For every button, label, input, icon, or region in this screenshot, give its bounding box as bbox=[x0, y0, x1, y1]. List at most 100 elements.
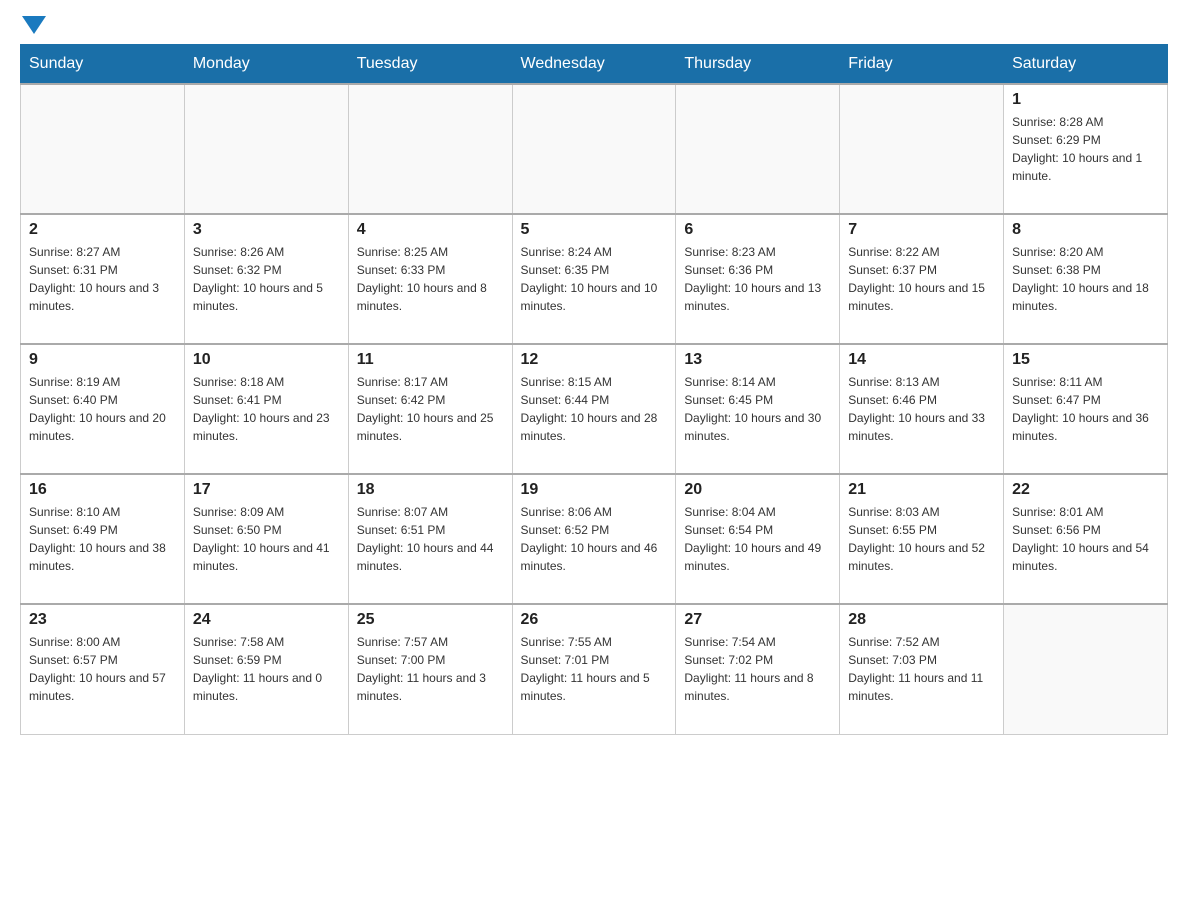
day-number: 1 bbox=[1012, 91, 1159, 109]
day-number: 25 bbox=[357, 611, 504, 629]
calendar-cell: 9 Sunrise: 8:19 AMSunset: 6:40 PMDayligh… bbox=[21, 344, 185, 474]
calendar-cell bbox=[840, 84, 1004, 214]
calendar-cell: 12 Sunrise: 8:15 AMSunset: 6:44 PMDaylig… bbox=[512, 344, 676, 474]
calendar-cell bbox=[512, 84, 676, 214]
day-info: Sunrise: 8:17 AMSunset: 6:42 PMDaylight:… bbox=[357, 373, 504, 445]
day-info: Sunrise: 7:55 AMSunset: 7:01 PMDaylight:… bbox=[521, 633, 668, 705]
day-number: 8 bbox=[1012, 221, 1159, 239]
calendar-cell: 21 Sunrise: 8:03 AMSunset: 6:55 PMDaylig… bbox=[840, 474, 1004, 604]
day-number: 27 bbox=[684, 611, 831, 629]
page-header bbox=[20, 20, 1168, 34]
day-number: 21 bbox=[848, 481, 995, 499]
day-number: 15 bbox=[1012, 351, 1159, 369]
day-info: Sunrise: 8:13 AMSunset: 6:46 PMDaylight:… bbox=[848, 373, 995, 445]
calendar-cell: 20 Sunrise: 8:04 AMSunset: 6:54 PMDaylig… bbox=[676, 474, 840, 604]
day-number: 2 bbox=[29, 221, 176, 239]
calendar-cell: 10 Sunrise: 8:18 AMSunset: 6:41 PMDaylig… bbox=[184, 344, 348, 474]
calendar-cell: 18 Sunrise: 8:07 AMSunset: 6:51 PMDaylig… bbox=[348, 474, 512, 604]
calendar-cell: 26 Sunrise: 7:55 AMSunset: 7:01 PMDaylig… bbox=[512, 604, 676, 734]
day-number: 16 bbox=[29, 481, 176, 499]
day-number: 4 bbox=[357, 221, 504, 239]
calendar-cell: 27 Sunrise: 7:54 AMSunset: 7:02 PMDaylig… bbox=[676, 604, 840, 734]
day-number: 17 bbox=[193, 481, 340, 499]
calendar-week-row: 23 Sunrise: 8:00 AMSunset: 6:57 PMDaylig… bbox=[21, 604, 1168, 734]
calendar-cell: 5 Sunrise: 8:24 AMSunset: 6:35 PMDayligh… bbox=[512, 214, 676, 344]
day-number: 6 bbox=[684, 221, 831, 239]
day-info: Sunrise: 8:18 AMSunset: 6:41 PMDaylight:… bbox=[193, 373, 340, 445]
calendar-cell: 13 Sunrise: 8:14 AMSunset: 6:45 PMDaylig… bbox=[676, 344, 840, 474]
day-info: Sunrise: 8:28 AMSunset: 6:29 PMDaylight:… bbox=[1012, 113, 1159, 185]
day-info: Sunrise: 8:14 AMSunset: 6:45 PMDaylight:… bbox=[684, 373, 831, 445]
calendar-header-wednesday: Wednesday bbox=[512, 45, 676, 85]
day-info: Sunrise: 8:22 AMSunset: 6:37 PMDaylight:… bbox=[848, 243, 995, 315]
day-number: 22 bbox=[1012, 481, 1159, 499]
day-info: Sunrise: 7:57 AMSunset: 7:00 PMDaylight:… bbox=[357, 633, 504, 705]
day-number: 24 bbox=[193, 611, 340, 629]
day-number: 9 bbox=[29, 351, 176, 369]
day-info: Sunrise: 8:07 AMSunset: 6:51 PMDaylight:… bbox=[357, 503, 504, 575]
day-info: Sunrise: 8:27 AMSunset: 6:31 PMDaylight:… bbox=[29, 243, 176, 315]
calendar-cell: 16 Sunrise: 8:10 AMSunset: 6:49 PMDaylig… bbox=[21, 474, 185, 604]
day-info: Sunrise: 8:19 AMSunset: 6:40 PMDaylight:… bbox=[29, 373, 176, 445]
calendar-header-row: SundayMondayTuesdayWednesdayThursdayFrid… bbox=[21, 45, 1168, 85]
day-number: 26 bbox=[521, 611, 668, 629]
day-number: 18 bbox=[357, 481, 504, 499]
calendar-cell: 24 Sunrise: 7:58 AMSunset: 6:59 PMDaylig… bbox=[184, 604, 348, 734]
calendar-header-friday: Friday bbox=[840, 45, 1004, 85]
logo-triangle-icon bbox=[22, 16, 46, 34]
day-number: 7 bbox=[848, 221, 995, 239]
calendar-header-monday: Monday bbox=[184, 45, 348, 85]
day-number: 3 bbox=[193, 221, 340, 239]
day-number: 12 bbox=[521, 351, 668, 369]
calendar-header-thursday: Thursday bbox=[676, 45, 840, 85]
day-info: Sunrise: 8:11 AMSunset: 6:47 PMDaylight:… bbox=[1012, 373, 1159, 445]
logo bbox=[20, 20, 46, 34]
day-number: 10 bbox=[193, 351, 340, 369]
day-info: Sunrise: 8:00 AMSunset: 6:57 PMDaylight:… bbox=[29, 633, 176, 705]
day-info: Sunrise: 8:04 AMSunset: 6:54 PMDaylight:… bbox=[684, 503, 831, 575]
day-info: Sunrise: 8:20 AMSunset: 6:38 PMDaylight:… bbox=[1012, 243, 1159, 315]
calendar-cell bbox=[184, 84, 348, 214]
day-number: 19 bbox=[521, 481, 668, 499]
day-info: Sunrise: 7:52 AMSunset: 7:03 PMDaylight:… bbox=[848, 633, 995, 705]
calendar-cell: 7 Sunrise: 8:22 AMSunset: 6:37 PMDayligh… bbox=[840, 214, 1004, 344]
calendar-week-row: 16 Sunrise: 8:10 AMSunset: 6:49 PMDaylig… bbox=[21, 474, 1168, 604]
day-number: 11 bbox=[357, 351, 504, 369]
calendar-week-row: 2 Sunrise: 8:27 AMSunset: 6:31 PMDayligh… bbox=[21, 214, 1168, 344]
day-info: Sunrise: 7:58 AMSunset: 6:59 PMDaylight:… bbox=[193, 633, 340, 705]
day-info: Sunrise: 7:54 AMSunset: 7:02 PMDaylight:… bbox=[684, 633, 831, 705]
day-number: 23 bbox=[29, 611, 176, 629]
calendar-cell: 6 Sunrise: 8:23 AMSunset: 6:36 PMDayligh… bbox=[676, 214, 840, 344]
calendar-header-sunday: Sunday bbox=[21, 45, 185, 85]
calendar-cell: 15 Sunrise: 8:11 AMSunset: 6:47 PMDaylig… bbox=[1004, 344, 1168, 474]
calendar-table: SundayMondayTuesdayWednesdayThursdayFrid… bbox=[20, 44, 1168, 735]
calendar-cell: 1 Sunrise: 8:28 AMSunset: 6:29 PMDayligh… bbox=[1004, 84, 1168, 214]
calendar-cell: 23 Sunrise: 8:00 AMSunset: 6:57 PMDaylig… bbox=[21, 604, 185, 734]
day-info: Sunrise: 8:25 AMSunset: 6:33 PMDaylight:… bbox=[357, 243, 504, 315]
calendar-cell: 22 Sunrise: 8:01 AMSunset: 6:56 PMDaylig… bbox=[1004, 474, 1168, 604]
calendar-cell: 4 Sunrise: 8:25 AMSunset: 6:33 PMDayligh… bbox=[348, 214, 512, 344]
calendar-cell: 25 Sunrise: 7:57 AMSunset: 7:00 PMDaylig… bbox=[348, 604, 512, 734]
day-info: Sunrise: 8:15 AMSunset: 6:44 PMDaylight:… bbox=[521, 373, 668, 445]
calendar-cell bbox=[21, 84, 185, 214]
day-info: Sunrise: 8:10 AMSunset: 6:49 PMDaylight:… bbox=[29, 503, 176, 575]
calendar-cell bbox=[1004, 604, 1168, 734]
calendar-cell: 14 Sunrise: 8:13 AMSunset: 6:46 PMDaylig… bbox=[840, 344, 1004, 474]
day-number: 13 bbox=[684, 351, 831, 369]
calendar-header-tuesday: Tuesday bbox=[348, 45, 512, 85]
day-number: 20 bbox=[684, 481, 831, 499]
day-info: Sunrise: 8:06 AMSunset: 6:52 PMDaylight:… bbox=[521, 503, 668, 575]
calendar-cell: 11 Sunrise: 8:17 AMSunset: 6:42 PMDaylig… bbox=[348, 344, 512, 474]
calendar-cell: 8 Sunrise: 8:20 AMSunset: 6:38 PMDayligh… bbox=[1004, 214, 1168, 344]
calendar-cell bbox=[348, 84, 512, 214]
calendar-cell: 19 Sunrise: 8:06 AMSunset: 6:52 PMDaylig… bbox=[512, 474, 676, 604]
calendar-cell: 28 Sunrise: 7:52 AMSunset: 7:03 PMDaylig… bbox=[840, 604, 1004, 734]
calendar-cell: 2 Sunrise: 8:27 AMSunset: 6:31 PMDayligh… bbox=[21, 214, 185, 344]
day-info: Sunrise: 8:26 AMSunset: 6:32 PMDaylight:… bbox=[193, 243, 340, 315]
day-number: 28 bbox=[848, 611, 995, 629]
day-info: Sunrise: 8:24 AMSunset: 6:35 PMDaylight:… bbox=[521, 243, 668, 315]
day-info: Sunrise: 8:03 AMSunset: 6:55 PMDaylight:… bbox=[848, 503, 995, 575]
calendar-header-saturday: Saturday bbox=[1004, 45, 1168, 85]
calendar-cell bbox=[676, 84, 840, 214]
calendar-cell: 17 Sunrise: 8:09 AMSunset: 6:50 PMDaylig… bbox=[184, 474, 348, 604]
